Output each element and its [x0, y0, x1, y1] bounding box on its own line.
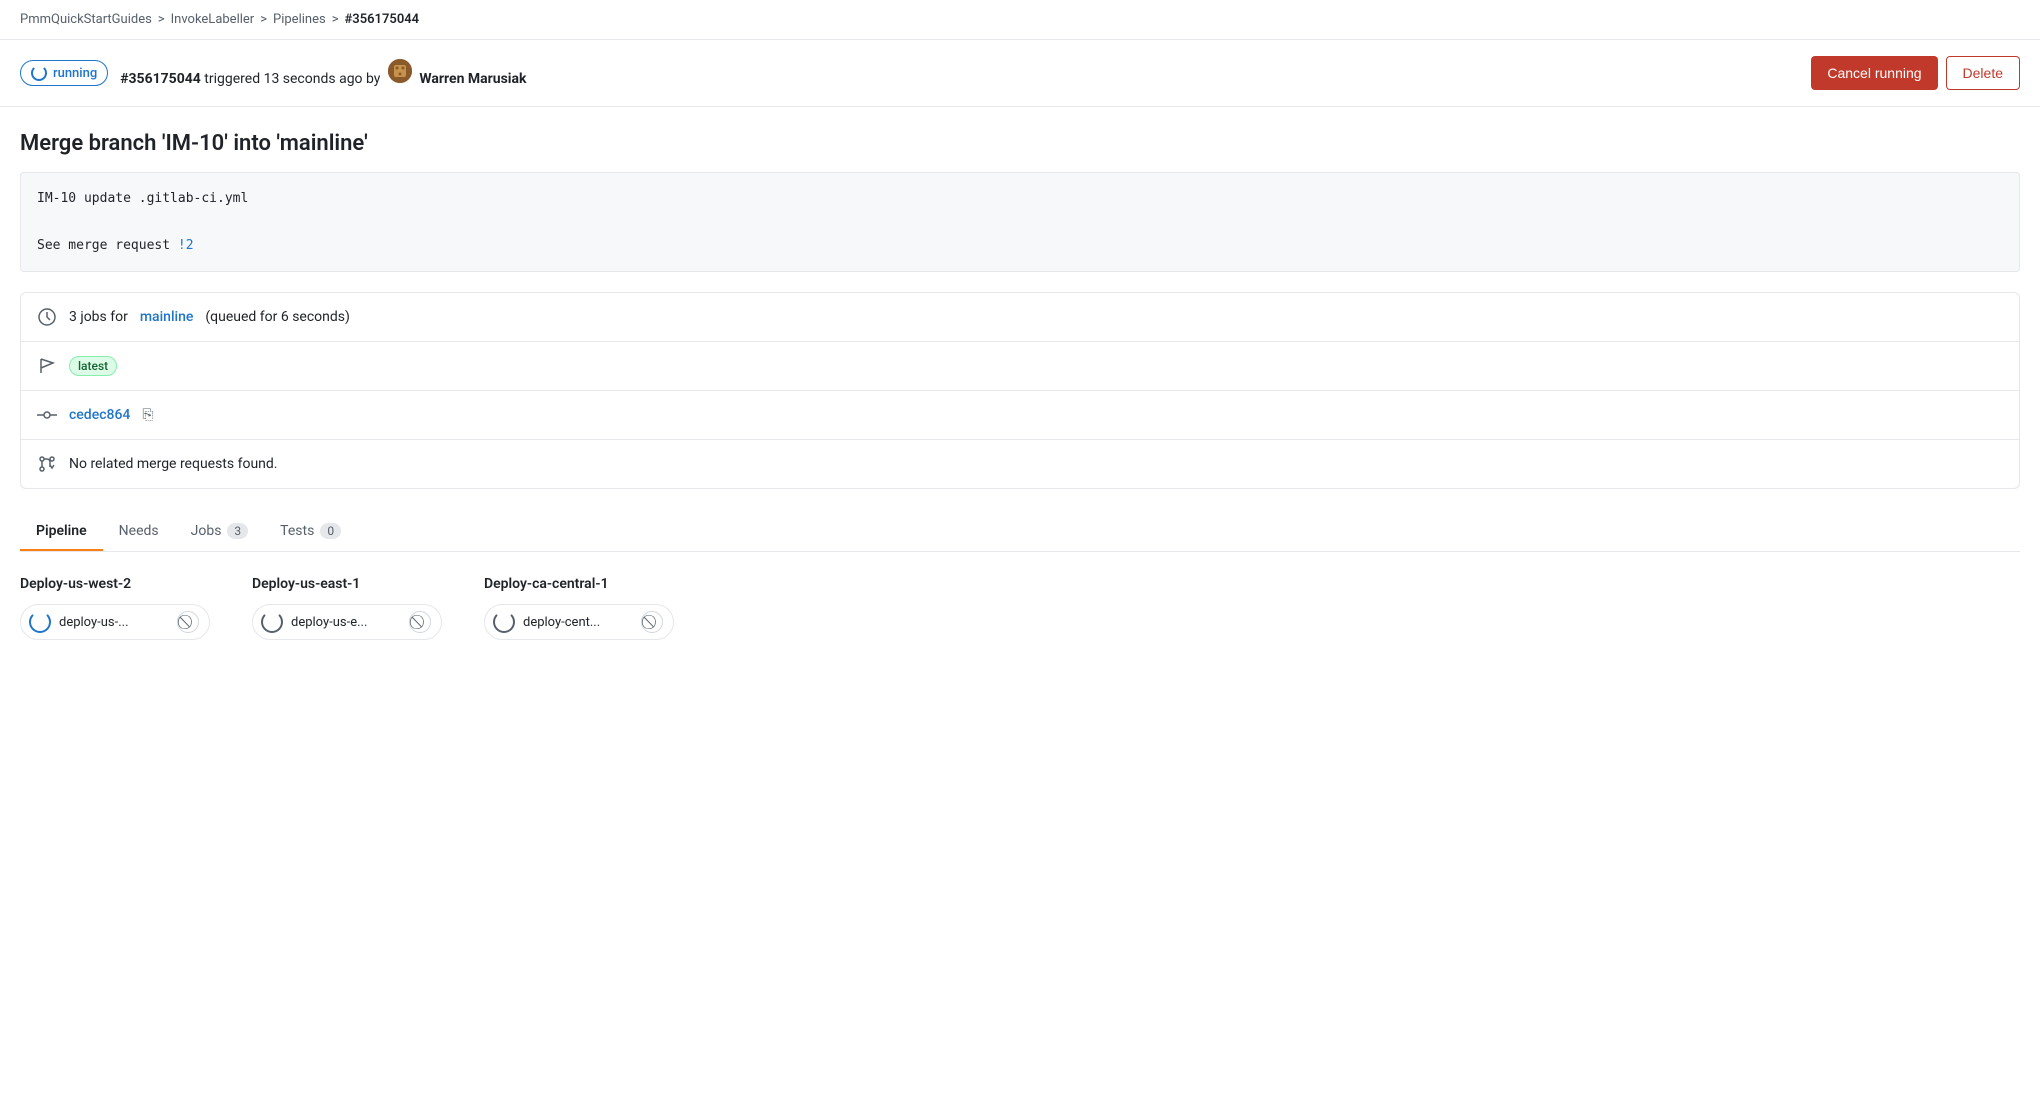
job-cancel-button-ca-central-1[interactable]: ⃠ — [641, 611, 663, 633]
stage-title-us-east-1: Deploy-us-east-1 — [252, 576, 452, 592]
job-item-us-east-1[interactable]: deploy-us-e... ⃠ — [252, 604, 442, 640]
job-pending-icon — [261, 611, 283, 633]
status-label: running — [53, 66, 97, 81]
breadcrumb-separator-2: > — [260, 12, 267, 27]
job-name-us-west-2: deploy-us-... — [59, 615, 169, 630]
stage-title-us-west-2: Deploy-us-west-2 — [20, 576, 220, 592]
job-item-ca-central-1[interactable]: deploy-cent... ⃠ — [484, 604, 674, 640]
tests-count-badge: 0 — [320, 523, 341, 539]
job-cancel-button-us-west-2[interactable]: ⃠ — [177, 611, 199, 633]
commit-message-line1: IM-10 update .gitlab-ci.yml — [37, 187, 2003, 210]
branch-link[interactable]: mainline — [140, 309, 194, 325]
stage-deploy-ca-central-1: Deploy-ca-central-1 deploy-cent... ⃠ — [484, 576, 684, 640]
avatar — [388, 59, 412, 83]
breadcrumb-item-pipelines[interactable]: Pipelines — [273, 12, 326, 27]
no-mr-row: No related merge requests found. — [21, 440, 2019, 488]
copy-icon[interactable]: ⎘ — [142, 407, 153, 423]
job-running-spinner — [29, 611, 51, 633]
commit-title: Merge branch 'IM-10' into 'mainline' — [20, 131, 2020, 156]
delete-button[interactable]: Delete — [1946, 56, 2020, 90]
pipeline-id: #356175044 — [120, 71, 201, 87]
commit-message-line2: See merge request !2 — [37, 234, 2003, 257]
breadcrumb: PmmQuickStartGuides > InvokeLabeller > P… — [0, 0, 2040, 40]
job-pending-icon-2 — [493, 611, 515, 633]
latest-badge-row: latest — [21, 342, 2019, 391]
job-name-us-east-1: deploy-us-e... — [291, 615, 401, 630]
pipeline-trigger-text: triggered 13 seconds ago by — [204, 71, 384, 87]
breadcrumb-separator-3: > — [332, 12, 339, 27]
jobs-count-badge: 3 — [227, 523, 248, 539]
commit-message-box: IM-10 update .gitlab-ci.yml See merge re… — [20, 172, 2020, 272]
breadcrumb-item-org[interactable]: PmmQuickStartGuides — [20, 12, 152, 27]
tab-tests[interactable]: Tests 0 — [264, 513, 357, 551]
jobs-count-text: 3 jobs for — [69, 309, 128, 325]
pipeline-header: running #356175044 triggered 13 seconds … — [0, 40, 2040, 107]
commit-hash-row: cedec864 ⎘ — [21, 391, 2019, 440]
tab-jobs[interactable]: Jobs 3 — [175, 513, 265, 551]
breadcrumb-item-project[interactable]: InvokeLabeller — [171, 12, 255, 27]
latest-badge: latest — [69, 356, 117, 376]
pipeline-info: #356175044 triggered 13 seconds ago by W… — [120, 59, 1799, 87]
tab-needs[interactable]: Needs — [103, 513, 175, 551]
main-content: Merge branch 'IM-10' into 'mainline' IM-… — [0, 107, 2040, 664]
cancel-running-button[interactable]: Cancel running — [1811, 56, 1937, 90]
merge-request-link[interactable]: !2 — [178, 238, 194, 253]
breadcrumb-separator-1: > — [158, 12, 165, 27]
tab-pipeline[interactable]: Pipeline — [20, 513, 103, 551]
queued-text: (queued for 6 seconds) — [205, 309, 350, 325]
pipeline-author: Warren Marusiak — [419, 71, 526, 87]
jobs-info-row: 3 jobs for mainline (queued for 6 second… — [21, 293, 2019, 342]
running-spinner-icon — [31, 65, 47, 81]
user-avatar-icon — [388, 59, 412, 83]
job-name-ca-central-1: deploy-cent... — [523, 615, 633, 630]
flag-icon — [37, 356, 57, 376]
stage-deploy-us-east-1: Deploy-us-east-1 deploy-us-e... ⃠ — [252, 576, 452, 640]
no-mr-text: No related merge requests found. — [69, 456, 277, 472]
info-card: 3 jobs for mainline (queued for 6 second… — [20, 292, 2020, 489]
job-item-us-west-2[interactable]: deploy-us-... ⃠ — [20, 604, 210, 640]
job-cancel-button-us-east-1[interactable]: ⃠ — [409, 611, 431, 633]
clock-icon — [37, 307, 57, 327]
stage-title-ca-central-1: Deploy-ca-central-1 — [484, 576, 684, 592]
status-badge: running — [20, 60, 108, 86]
pipeline-stages: Deploy-us-west-2 deploy-us-... ⃠ Deploy-… — [20, 576, 2020, 664]
header-actions: Cancel running Delete — [1811, 56, 2020, 90]
merge-request-icon — [37, 454, 57, 474]
breadcrumb-item-current: #356175044 — [345, 12, 420, 27]
stage-deploy-us-west-2: Deploy-us-west-2 deploy-us-... ⃠ — [20, 576, 220, 640]
commit-hash-link[interactable]: cedec864 — [69, 407, 130, 423]
tab-bar: Pipeline Needs Jobs 3 Tests 0 — [20, 513, 2020, 552]
commit-icon — [37, 405, 57, 425]
